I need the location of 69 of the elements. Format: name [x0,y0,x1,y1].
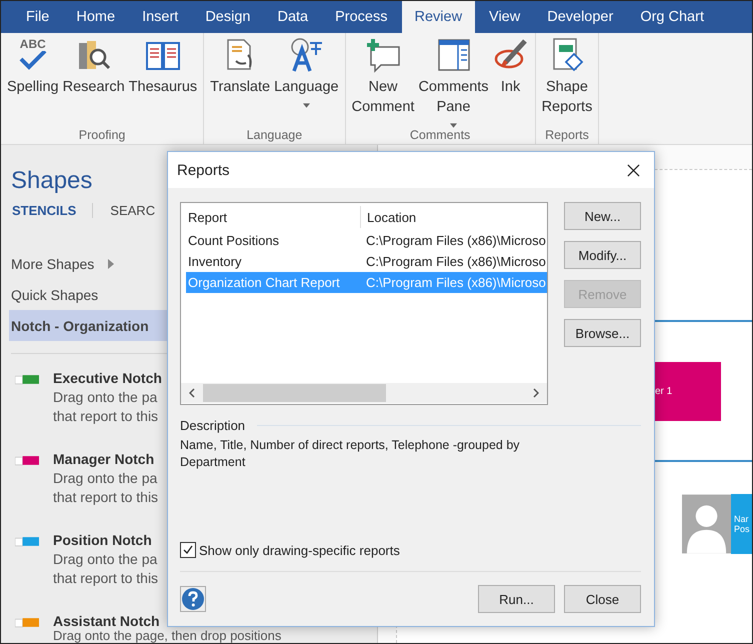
ribbon-tab[interactable]: Review [402,1,476,33]
pane-icon [436,37,472,73]
dialog-button[interactable]: Close [564,585,641,613]
report-row[interactable]: Count Positions C:\Program Files (x86)\Microso [186,230,547,251]
shape-description: Drag onto the page, then drop positions [53,629,282,642]
ribbon-tab[interactable]: Design [192,1,264,33]
close-icon[interactable] [627,164,640,176]
checkbox[interactable] [180,542,196,558]
report-row[interactable]: Inventory C:\Program Files (x86)\Microso [186,251,547,272]
position-shape: Nar Pos [731,494,752,554]
ribbon-tab[interactable]: Home [63,1,128,33]
notch-shape-icon [15,536,39,547]
shape-description: Drag onto the pa that report to this [53,388,160,426]
stencil-item[interactable]: Quick Shapes [1,279,167,310]
ribbon-tab[interactable]: Developer [534,1,626,33]
submenu-arrow-icon [108,258,114,268]
help-icon[interactable] [180,586,206,612]
ribbon-tab[interactable]: File [13,1,62,33]
shape-description: Drag onto the pa that report to this [53,469,158,507]
ribbon-tab[interactable]: Insert [129,1,192,33]
ribbon-button[interactable]: Shape Reports [540,37,594,128]
person-silhouette-icon [682,494,731,554]
notch-shape-icon [15,374,39,385]
dialog-title: Reports [177,162,230,178]
ribbon-button[interactable]: Language [272,37,341,128]
ribbon-button[interactable]: Translate [208,37,272,128]
column-header[interactable]: Report [186,210,360,224]
panel-tab[interactable]: STENCILS [11,203,94,218]
caret-icon [302,103,310,108]
panel-tab[interactable]: SEARC [109,203,156,218]
column-header[interactable]: Location [360,206,416,228]
scroll-left-icon[interactable] [189,388,195,398]
ribbon-tab[interactable]: Org Chart [627,1,717,33]
scroll-right-icon[interactable] [533,388,539,398]
ribbon-button[interactable]: Ink [490,37,531,128]
description-text: Name, Title, Number of direct reports, Telephone -grouped by Department [180,437,521,471]
ribbon-button[interactable]: Research [60,37,127,128]
dialog-button[interactable]: Run... [478,585,555,613]
group-label: Reports [545,128,589,142]
shape-name[interactable]: Executive Notch [53,370,162,386]
shape-description: Drag onto the pa that report to this [53,550,158,588]
group-label: Proofing [78,128,126,142]
group-label: Language [246,128,302,142]
manager-shape: er 1 [653,362,721,421]
checkbox-label[interactable]: Show only drawing-specific reports [199,542,400,558]
ribbon-button[interactable]: New Comment [350,37,416,128]
ribbon-tab[interactable]: Process [322,1,400,33]
ribbon-button[interactable]: Thesaurus [126,37,200,128]
stencil-item[interactable]: More Shapes [1,248,167,279]
horizontal-scrollbar[interactable] [181,383,547,403]
ribbon-tab[interactable]: Data [264,1,322,33]
group-label: Comments [410,128,470,142]
caret-icon [450,123,457,128]
dialog-button[interactable]: Browse... [564,319,641,347]
new-comment-icon [365,37,402,73]
section-label: Description [180,418,246,433]
scroll-thumb[interactable] [203,384,386,402]
notch-shape-icon [15,455,39,466]
notch-shape-icon [15,617,39,628]
shape-name[interactable]: Position Notch [53,532,158,548]
checkmark-icon [182,544,194,556]
icon-letters: ABC [20,37,46,51]
ribbon-button[interactable]: ABC Spelling [5,37,61,128]
shape-name[interactable]: Manager Notch [53,451,158,467]
ribbon-button[interactable]: Comments Pane [416,37,491,128]
dialog-button[interactable]: New... [564,202,641,230]
dialog-button[interactable]: Modify... [564,241,641,269]
panel-title: Shapes [11,167,92,195]
ribbon-tab[interactable]: View [476,1,534,33]
